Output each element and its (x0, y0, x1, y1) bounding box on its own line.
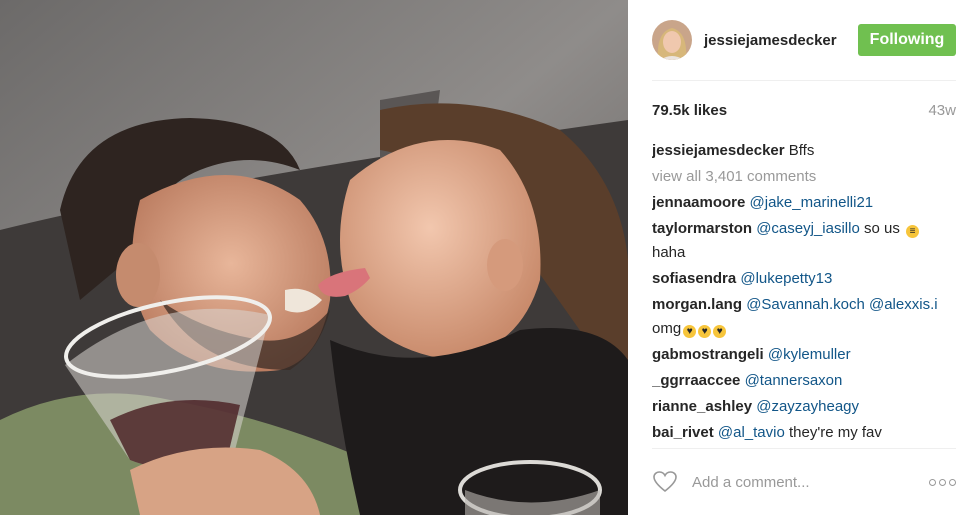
comment-mention[interactable]: @Savannah.koch @alexxis.i (746, 296, 937, 313)
photo-illustration (0, 0, 628, 515)
dot-icon (929, 478, 936, 486)
comment-mention[interactable]: @zayzayheagy (756, 398, 859, 415)
avatar[interactable] (652, 20, 692, 60)
comment-item: gabmostrangeli @kylemuller (652, 343, 956, 367)
post-side-panel: jessiejamesdecker Following 79.5k likes … (628, 0, 980, 515)
comment-text: haha (652, 244, 686, 261)
comment-mention[interactable]: @al_tavio (718, 424, 785, 441)
post-stats: 79.5k likes 43w (652, 81, 956, 139)
caption-text: Bffs (788, 142, 815, 159)
comment-mention[interactable]: @caseyj_iasillo (756, 220, 860, 237)
avatar-image (652, 20, 692, 60)
post-header: jessiejamesdecker Following (652, 0, 956, 81)
comment-text: omg (652, 320, 682, 337)
dot-icon (949, 478, 956, 486)
post-photo[interactable] (0, 0, 628, 515)
heart-icon[interactable] (652, 469, 678, 495)
view-all-comments-link[interactable]: view all 3,401 comments (652, 165, 956, 189)
comment-item: rianne_ashley @zayzayheagy (652, 395, 956, 419)
comment-item: sofiasendra @lukepetty13 (652, 267, 956, 291)
add-comment-input[interactable] (690, 472, 929, 492)
comment-text: so us (859, 220, 904, 237)
heart-eyes-emoji-icon: ♥ (713, 325, 727, 338)
comment-username[interactable]: morgan.lang (652, 296, 746, 313)
heart-eyes-emoji-icon: ♥ (683, 325, 697, 338)
caption: jessiejamesdecker Bffs (652, 139, 956, 163)
comment-item: bai_rivet @al_tavio they're my fav (652, 421, 956, 445)
comments-list[interactable]: jessiejamesdecker Bffs view all 3,401 co… (652, 139, 956, 449)
following-button[interactable]: Following (858, 24, 956, 56)
instagram-post: jessiejamesdecker Following 79.5k likes … (0, 0, 980, 515)
comment-username[interactable]: taylormarston (652, 220, 756, 237)
comment-item: jennaamoore @jake_marinelli21 (652, 191, 956, 215)
comment-username[interactable]: sofiasendra (652, 270, 740, 287)
comment-username[interactable]: _ggrraaccee (652, 372, 745, 389)
grimace-emoji-icon: ≡ (906, 225, 919, 238)
post-age[interactable]: 43w (928, 102, 956, 119)
comment-mention[interactable]: @jake_marinelli21 (750, 194, 874, 211)
comment-mention[interactable]: @tannersaxon (745, 372, 843, 389)
comment-username[interactable]: rianne_ashley (652, 398, 756, 415)
comment-username[interactable]: bai_rivet (652, 424, 718, 441)
heart-eyes-emoji-icon: ♥ (698, 325, 712, 338)
more-options-icon[interactable] (929, 478, 956, 486)
comment-mention[interactable]: @kylemuller (768, 346, 851, 363)
comment-text: they're my fav (784, 424, 882, 441)
comment-item: morgan.lang @Savannah.koch @alexxis.i om… (652, 293, 956, 341)
comment-mention[interactable]: @lukepetty13 (740, 270, 832, 287)
comment-username[interactable]: jennaamoore (652, 194, 750, 211)
comment-username[interactable]: gabmostrangeli (652, 346, 768, 363)
comment-item: _ggrraaccee @tannersaxon (652, 369, 956, 393)
header-username[interactable]: jessiejamesdecker (704, 32, 858, 49)
caption-username[interactable]: jessiejamesdecker (652, 142, 789, 159)
dot-icon (939, 478, 946, 486)
comment-footer (652, 448, 956, 515)
comment-item: taylormarston @caseyj_iasillo so us ≡ ha… (652, 217, 956, 265)
likes-count[interactable]: 79.5k likes (652, 102, 727, 119)
